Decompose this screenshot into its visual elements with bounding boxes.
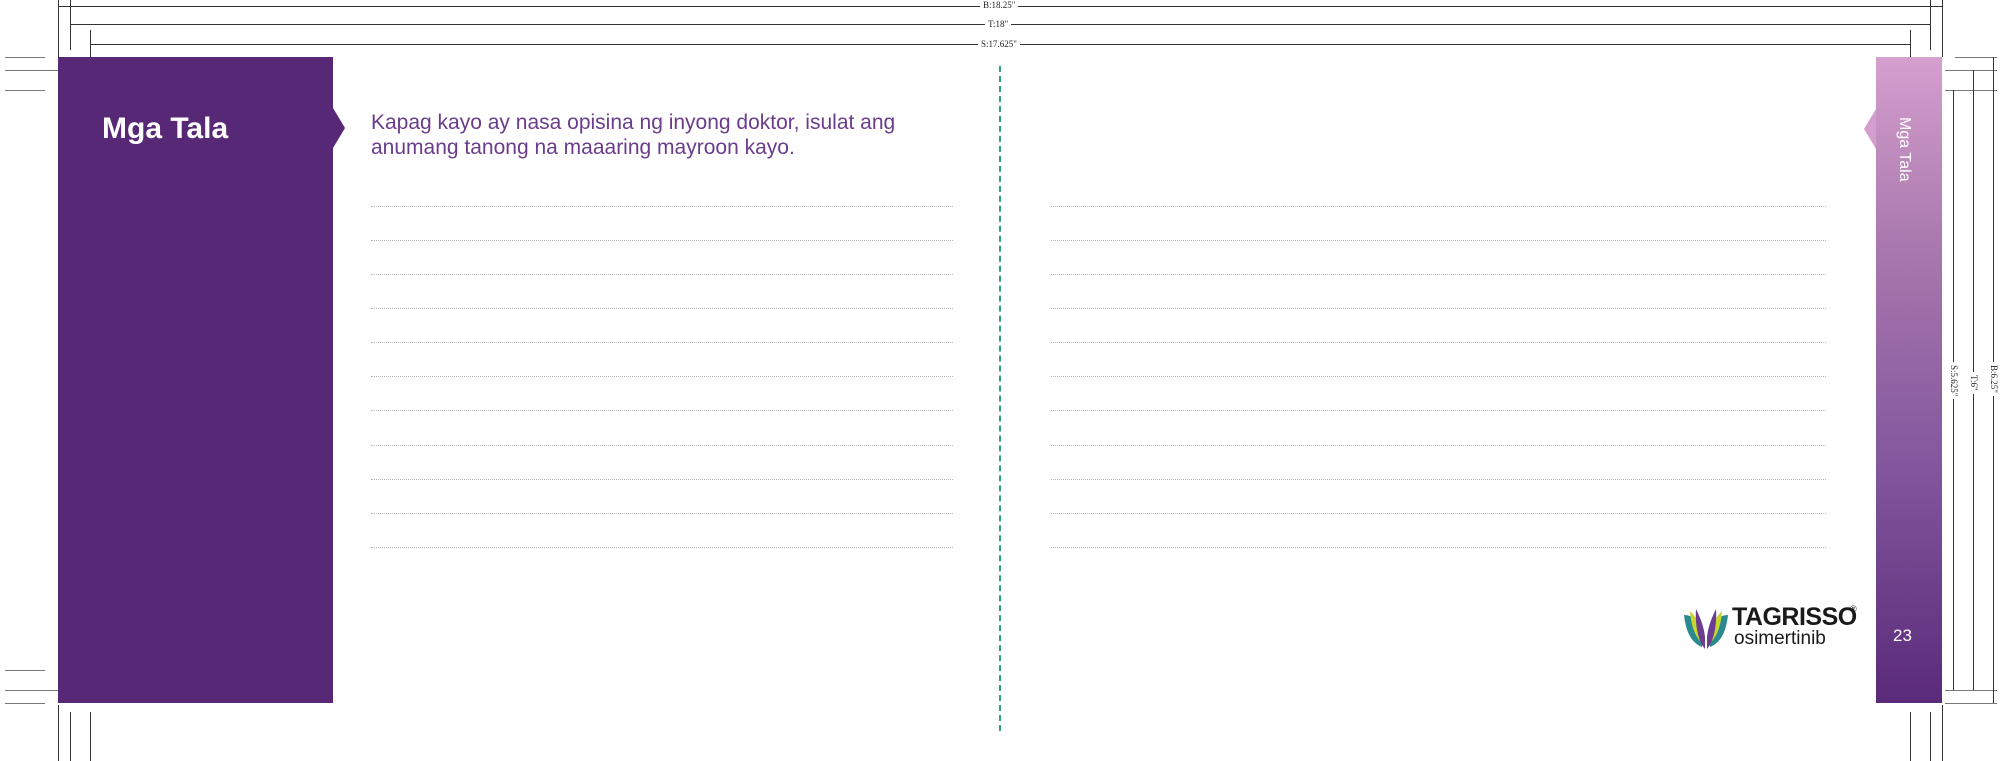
crop-mark	[1942, 0, 1943, 57]
crop-mark	[58, 705, 59, 761]
crop-mark	[5, 670, 45, 671]
generic-name: osimertinib	[1734, 628, 1826, 649]
crop-mark	[1945, 70, 1997, 71]
tab-notch	[1864, 109, 1876, 149]
note-line[interactable]	[371, 479, 953, 480]
crop-mark	[5, 90, 45, 91]
crop-mark	[70, 712, 71, 761]
crop-mark	[70, 0, 71, 50]
side-tab-title: Mga Tala	[1896, 117, 1913, 182]
note-line[interactable]	[371, 513, 953, 514]
crop-mark	[1910, 712, 1911, 761]
crop-mark	[58, 0, 59, 57]
crop-mark	[5, 690, 60, 691]
note-line[interactable]	[371, 376, 953, 377]
note-line[interactable]	[1051, 547, 1826, 548]
note-line[interactable]	[1051, 376, 1826, 377]
note-line[interactable]	[371, 410, 953, 411]
safety-height-label: S:5.625"	[1949, 362, 1959, 400]
note-line[interactable]	[371, 240, 953, 241]
note-line[interactable]	[1051, 342, 1826, 343]
note-line[interactable]	[1051, 410, 1826, 411]
notes-tab	[58, 57, 333, 703]
crop-mark	[5, 57, 45, 58]
note-line[interactable]	[371, 274, 953, 275]
crop-mark	[1955, 57, 1997, 58]
center-fold-line	[999, 66, 1001, 731]
crop-mark	[1942, 705, 1943, 761]
note-line[interactable]	[1051, 513, 1826, 514]
bleed-width-label: B:18.25"	[980, 0, 1019, 10]
note-line[interactable]	[1051, 206, 1826, 207]
trim-height-label: T:6"	[1969, 372, 1979, 394]
note-line[interactable]	[1051, 479, 1826, 480]
note-line[interactable]	[1051, 240, 1826, 241]
tagrisso-logo-icon	[1684, 609, 1728, 649]
trim-width-label: T:18"	[985, 19, 1012, 29]
page-number: 23	[1893, 626, 1912, 645]
crop-mark	[90, 712, 91, 761]
crop-mark	[90, 30, 91, 57]
crop-mark	[1910, 30, 1911, 57]
crop-mark	[1930, 0, 1931, 50]
safety-width-label: S:17.625"	[978, 39, 1020, 49]
note-line[interactable]	[1051, 308, 1826, 309]
note-line[interactable]	[371, 308, 953, 309]
crop-mark	[5, 703, 45, 704]
note-line[interactable]	[371, 206, 953, 207]
note-line[interactable]	[371, 445, 953, 446]
bleed-height-label: B:6.25"	[1989, 362, 1999, 396]
crop-mark	[1930, 712, 1931, 761]
page-title: Mga Tala	[102, 112, 229, 145]
note-line[interactable]	[1051, 445, 1826, 446]
crop-mark	[1945, 703, 1997, 704]
crop-mark	[5, 70, 60, 71]
tab-notch	[333, 108, 345, 148]
note-line[interactable]	[371, 547, 953, 548]
instruction-text: Kapag kayo ay nasa opisina ng inyong dok…	[371, 111, 896, 159]
note-line[interactable]	[1051, 274, 1826, 275]
registered-mark: ®	[1850, 604, 1857, 614]
note-line[interactable]	[371, 342, 953, 343]
crop-mark	[1945, 690, 1997, 691]
